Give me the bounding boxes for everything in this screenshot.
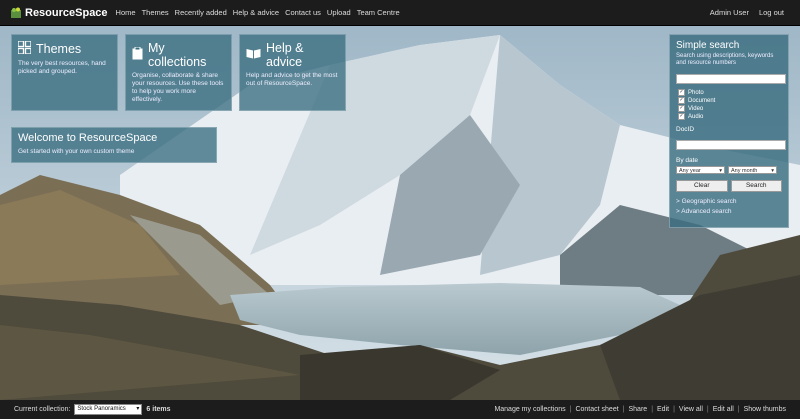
type-checkbox-document[interactable]: ✓ Document — [678, 97, 782, 105]
nav-team-centre[interactable]: Team Centre — [357, 8, 400, 17]
dropdown-arrow-icon: ▾ — [771, 168, 774, 175]
link-separator: | — [569, 406, 572, 413]
link-separator: | — [706, 406, 709, 413]
dropdown-arrow-icon: ▾ — [136, 406, 140, 412]
top-navigation-bar: ResourceSpace Home Themes Recently added… — [0, 0, 800, 26]
main-nav: Home Themes Recently added Help & advice… — [116, 8, 406, 17]
docid-input[interactable] — [676, 140, 786, 151]
nav-recently-added[interactable]: Recently added — [175, 8, 227, 17]
share-link[interactable]: Share — [629, 406, 648, 413]
collections-tile-heading: My collections — [132, 41, 225, 69]
logout-link[interactable]: Log out — [759, 8, 784, 17]
simple-search-panel: Simple search Search using descriptions,… — [669, 34, 789, 228]
search-button[interactable]: Search — [730, 180, 782, 193]
nav-contact[interactable]: Contact us — [285, 8, 321, 17]
help-tile[interactable]: Help & advice Help and advice to get the… — [239, 34, 346, 111]
edit-link[interactable]: Edit — [657, 406, 669, 413]
docid-label: DocID — [676, 126, 695, 134]
advanced-search-link[interactable]: > Advanced search — [676, 208, 782, 215]
manage-collections-link[interactable]: Manage my collections — [494, 406, 565, 413]
welcome-tile-text: Get started with your own custom theme — [18, 148, 135, 155]
themes-tile[interactable]: Themes The very best resources, hand pic… — [11, 34, 118, 111]
collections-tile-title: My collections — [148, 41, 207, 69]
year-select[interactable]: Any year ▾ — [676, 166, 725, 175]
themes-tile-title: Themes — [36, 42, 82, 56]
book-icon — [246, 48, 261, 62]
help-tile-title: Help & advice — [266, 41, 304, 69]
show-thumbs-link[interactable]: Show thumbs — [744, 406, 786, 413]
clipboard-icon — [132, 46, 143, 63]
logo-text: ResourceSpace — [25, 6, 108, 19]
collection-select[interactable]: Stock Panoramics ▾ — [74, 404, 143, 415]
collection-count: 6 items — [146, 406, 171, 413]
themes-tile-text: The very best resources, hand picked and… — [18, 60, 106, 76]
collection-bar-links: Manage my collections | Contact sheet | Sh… — [494, 406, 786, 413]
help-tile-text: Help and advice to get the most out of R… — [246, 72, 338, 88]
search-title: Simple search — [676, 40, 740, 51]
checkbox-checked-icon: ✓ — [678, 89, 685, 97]
type-checkbox-photo[interactable]: ✓ Photo — [678, 89, 782, 97]
logo[interactable]: ResourceSpace — [10, 7, 108, 19]
current-collection-label: Current collection: — [14, 406, 71, 413]
date-selects: Any year ▾ Any month ▾ — [676, 166, 782, 175]
checkbox-checked-icon: ✓ — [678, 105, 685, 113]
search-input[interactable] — [676, 74, 786, 85]
user-name-link[interactable]: Admin User — [710, 8, 749, 17]
link-separator: | — [651, 406, 654, 413]
type-checkbox-audio[interactable]: ✓ Audio — [678, 113, 782, 121]
nav-home[interactable]: Home — [116, 8, 136, 17]
checkbox-checked-icon: ✓ — [678, 113, 685, 121]
user-menu: Admin User Log out — [700, 0, 784, 25]
grid-icon — [17, 40, 32, 57]
link-separator: | — [622, 406, 625, 413]
clear-button[interactable]: Clear — [676, 180, 728, 193]
month-select[interactable]: Any month ▾ — [728, 166, 777, 175]
type-checkbox-video[interactable]: ✓ Video — [678, 105, 782, 113]
dropdown-arrow-icon: ▾ — [719, 168, 722, 175]
checkbox-checked-icon: ✓ — [678, 97, 685, 105]
view-all-link[interactable]: View all — [679, 406, 703, 413]
collections-tile[interactable]: My collections Organise, collaborate & s… — [125, 34, 232, 111]
search-description: Search using descriptions, keywords and … — [676, 53, 774, 67]
link-separator: | — [737, 406, 740, 413]
contact-sheet-link[interactable]: Contact sheet — [575, 406, 618, 413]
collection-bar: Current collection: Stock Panoramics ▾ 6 … — [0, 400, 800, 419]
resource-type-list: ✓ Photo ✓ Document ✓ Video ✓ Audio — [676, 89, 782, 121]
nav-help[interactable]: Help & advice — [233, 8, 279, 17]
collection-bar-left: Current collection: Stock Panoramics ▾ 6 … — [14, 404, 171, 415]
link-separator: | — [673, 406, 675, 413]
nav-upload[interactable]: Upload — [327, 8, 351, 17]
bydate-label: By date — [676, 157, 699, 165]
welcome-tile[interactable]: Welcome to ResourceSpace Get started wit… — [11, 127, 217, 163]
search-buttons: Clear Search — [676, 180, 782, 193]
geographic-search-link[interactable]: > Geographic search — [676, 198, 782, 205]
help-tile-heading: Help & advice — [246, 41, 339, 69]
edit-all-link[interactable]: Edit all — [713, 406, 734, 413]
welcome-tile-title: Welcome to ResourceSpace — [18, 132, 158, 144]
themes-tile-heading: Themes — [17, 40, 111, 57]
collections-tile-text: Organise, collaborate & share your resou… — [132, 72, 224, 104]
nav-themes[interactable]: Themes — [142, 8, 169, 17]
logo-icon — [11, 7, 21, 18]
